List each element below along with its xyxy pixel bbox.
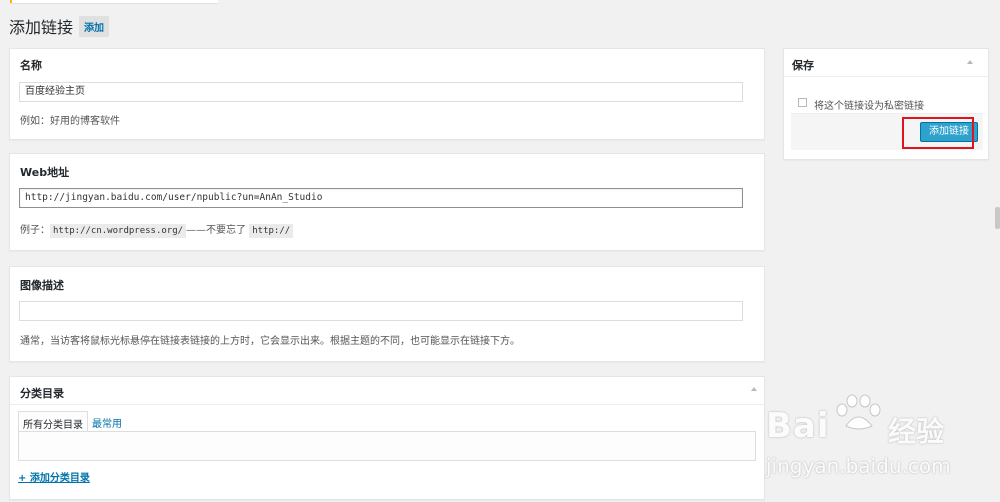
hint-protocol: http://	[249, 224, 294, 238]
highlight-rectangle	[902, 117, 974, 149]
category-box: 分类目录 所有分类目录 最常用 + 添加分类目录	[9, 376, 765, 500]
name-hint: 例如：好用的博客软件	[20, 116, 120, 127]
name-input[interactable]: 百度经验主页	[19, 82, 743, 102]
private-checkbox[interactable]	[798, 98, 807, 107]
hint-middle: ——不要忘了	[186, 225, 247, 236]
description-box: 图像描述 通常，当访客将鼠标光标悬停在链接表链接的上方时，它会显示出来。根据主题…	[9, 266, 765, 362]
category-toggle-icon[interactable]	[751, 387, 757, 391]
watermark-url: jingyan.baidu.com	[766, 454, 951, 478]
category-divider	[10, 404, 764, 405]
baidu-watermark: Bai 经验 jingyan.baidu.com	[766, 392, 1000, 502]
name-box-title: 名称	[20, 59, 42, 72]
web-address-title: Web地址	[20, 166, 70, 179]
save-title: 保存	[792, 59, 814, 72]
page-title: 添加链接	[9, 18, 74, 37]
description-hint: 通常，当访客将鼠标光标悬停在链接表链接的上方时，它会显示出来。根据主题的不同，也…	[20, 336, 520, 347]
web-address-input[interactable]: http://jingyan.baidu.com/user/npublic?un…	[19, 188, 743, 208]
name-box: 名称 百度经验主页 例如：好用的博客软件	[9, 48, 765, 140]
add-new-button[interactable]: 添加	[79, 15, 110, 37]
add-category-link[interactable]: + 添加分类目录	[18, 469, 90, 484]
paw-icon	[836, 394, 881, 430]
page-heading: 添加链接 添加	[9, 15, 110, 37]
top-notice-strip	[10, 0, 218, 4]
category-title: 分类目录	[20, 387, 64, 400]
scrollbar-thumb[interactable]	[995, 207, 1000, 229]
description-input[interactable]	[19, 301, 743, 321]
hint-prefix: 例子：	[20, 225, 50, 236]
hint-example-url: http://cn.wordpress.org/	[50, 224, 187, 238]
web-address-hint: 例子： http://cn.wordpress.org/——不要忘了 http:/…	[20, 221, 294, 238]
description-title: 图像描述	[20, 279, 64, 292]
web-address-box: Web地址 http://jingyan.baidu.com/user/npub…	[9, 153, 765, 251]
watermark-brand-cn: 经验	[888, 415, 945, 448]
category-list-panel	[18, 431, 756, 461]
private-label: 将这个链接设为私密链接	[814, 101, 924, 112]
save-divider	[784, 76, 988, 77]
save-toggle-icon[interactable]	[967, 60, 973, 64]
watermark-brand: Bai	[766, 406, 830, 446]
